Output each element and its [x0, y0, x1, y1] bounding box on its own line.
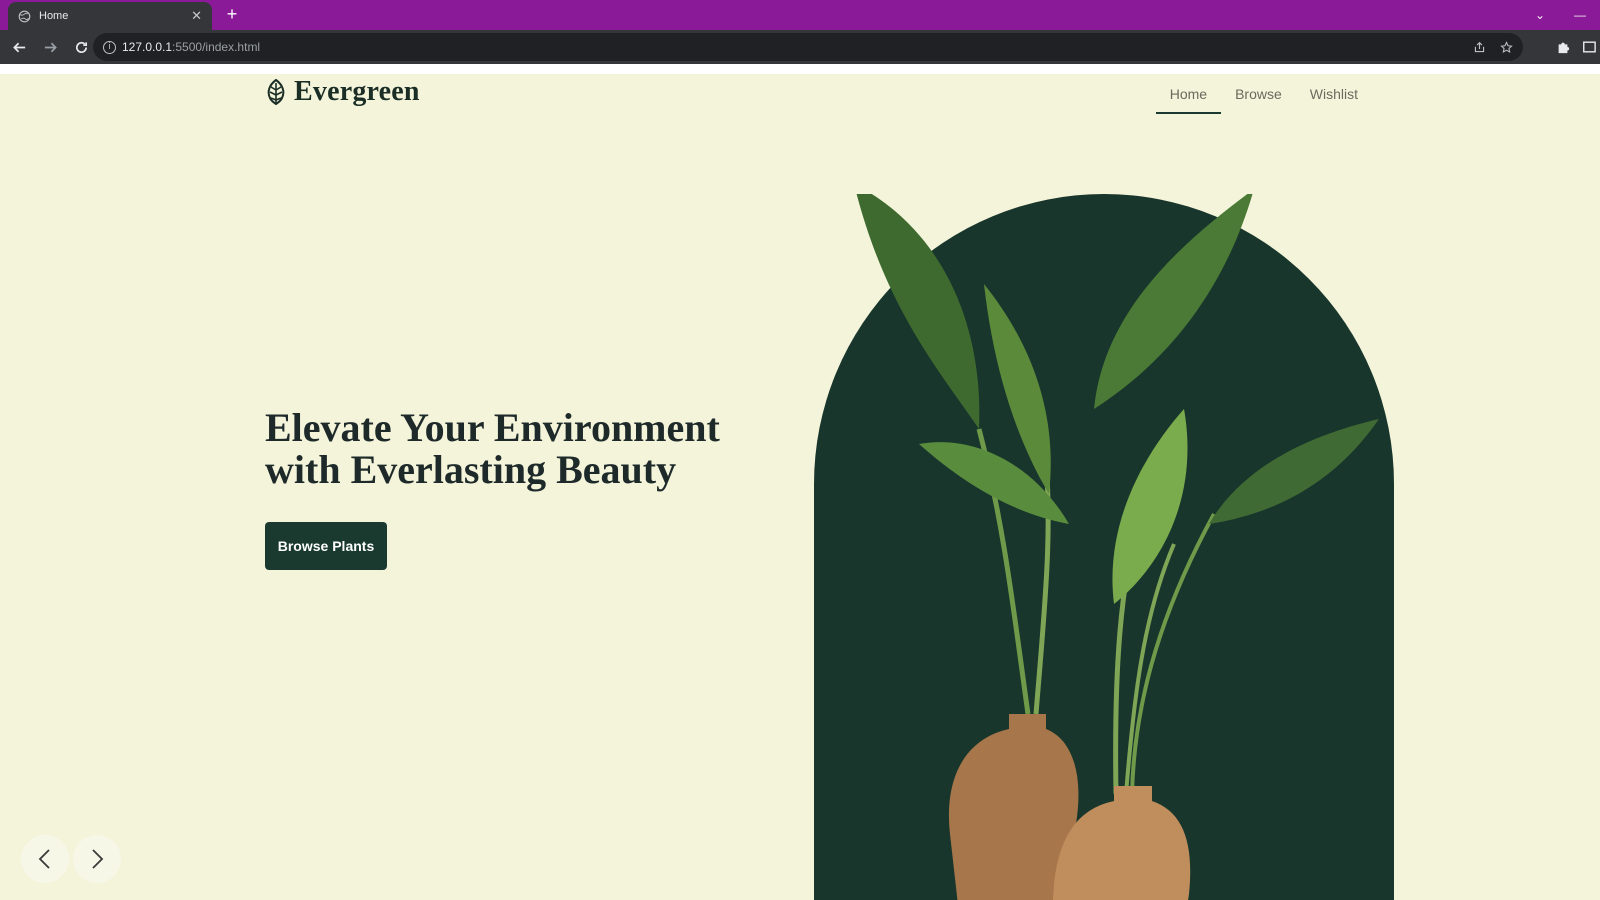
window-controls: ⌄ — — [1520, 0, 1600, 30]
chevron-left-icon — [38, 849, 50, 869]
carousel-prev-button[interactable] — [21, 835, 69, 883]
tab-search-button[interactable]: ⌄ — [1520, 8, 1560, 22]
nav-item-browse[interactable]: Browse — [1221, 78, 1296, 114]
info-icon[interactable]: i — [103, 40, 116, 54]
tab-title: Home — [39, 10, 69, 22]
chevron-right-icon — [92, 849, 104, 869]
hero-headline: Elevate Your Environment with Everlastin… — [265, 407, 785, 491]
page-top-strip — [0, 64, 1600, 74]
minimize-button[interactable]: — — [1560, 8, 1600, 22]
arrow-left-icon — [13, 42, 26, 52]
back-button[interactable] — [6, 34, 33, 61]
sidepanel-icon[interactable] — [1582, 40, 1596, 54]
logo-text: Evergreen — [294, 76, 420, 107]
nav-item-wishlist[interactable]: Wishlist — [1296, 78, 1372, 114]
browser-tab-bar: Home ✕ + ⌄ — — [0, 0, 1600, 30]
forward-button[interactable] — [37, 34, 64, 61]
url-host: 127.0.0.1 — [122, 40, 173, 54]
star-icon[interactable] — [1500, 40, 1513, 54]
globe-icon — [18, 10, 31, 22]
url-path: :5500/index.html — [172, 40, 261, 54]
puzzle-icon[interactable] — [1556, 40, 1570, 54]
page-viewport: Evergreen Home Browse Wishlist Elevate Y… — [0, 74, 1600, 900]
leaf-icon — [267, 79, 285, 105]
new-tab-button[interactable]: + — [222, 4, 242, 24]
nav-item-home[interactable]: Home — [1155, 78, 1222, 114]
browser-tab-home[interactable]: Home ✕ — [8, 2, 212, 30]
reload-icon — [76, 41, 88, 53]
hero-image — [814, 194, 1394, 900]
browse-plants-button[interactable]: Browse Plants — [265, 522, 387, 570]
hero-headline-line1: Elevate Your Environment — [265, 405, 720, 450]
plant-illustration — [856, 194, 1379, 900]
carousel-next-button[interactable] — [73, 835, 121, 883]
share-icon[interactable] — [1473, 41, 1486, 54]
reload-button[interactable] — [68, 34, 95, 61]
site-logo[interactable]: Evergreen — [264, 76, 420, 108]
hero-headline-line2: with Everlasting Beauty — [265, 447, 677, 492]
address-bar[interactable]: i 127.0.0.1:5500/index.html — [93, 33, 1523, 61]
main-nav: Home Browse Wishlist — [1155, 78, 1372, 114]
browser-toolbar: i 127.0.0.1:5500/index.html — [0, 30, 1600, 64]
tab-close-button[interactable]: ✕ — [191, 8, 202, 24]
arrow-right-icon — [44, 42, 57, 52]
